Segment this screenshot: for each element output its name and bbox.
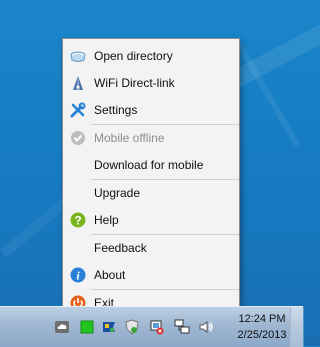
- show-desktop-button[interactable]: [290, 307, 304, 347]
- menu-item-about[interactable]: i About: [63, 261, 239, 288]
- menu-item-open-directory[interactable]: Open directory: [63, 42, 239, 69]
- menu-item-feedback[interactable]: Feedback: [63, 234, 239, 261]
- menu-item-download-for-mobile[interactable]: Download for mobile: [63, 151, 239, 178]
- volume-icon[interactable]: [198, 319, 214, 335]
- menu-item-label: Settings: [94, 102, 138, 117]
- menu-item-label: WiFi Direct-link: [94, 75, 175, 90]
- tray-context-menu: Open directory WiFi Direct-link Settings…: [62, 38, 240, 316]
- network-icon[interactable]: [174, 319, 190, 335]
- menu-item-help[interactable]: ? Help: [63, 206, 239, 233]
- menu-item-label: Feedback: [94, 240, 147, 255]
- menu-item-mobile-offline: Mobile offline: [63, 124, 239, 151]
- check-circle-icon: [70, 130, 86, 146]
- help-icon: ?: [70, 212, 86, 228]
- tools-icon: [70, 102, 86, 118]
- wifi-cone-icon: [70, 75, 86, 91]
- svg-text:?: ?: [74, 213, 81, 227]
- menu-item-settings[interactable]: Settings: [63, 96, 239, 123]
- menu-item-wifi-direct-link[interactable]: WiFi Direct-link: [63, 69, 239, 96]
- cloud-tray-icon[interactable]: [54, 319, 70, 335]
- menu-item-label: Mobile offline: [94, 130, 165, 145]
- network-disconnected-icon[interactable]: [149, 319, 165, 335]
- security-shield-icon[interactable]: [124, 319, 140, 335]
- menu-item-label: Open directory: [94, 48, 173, 63]
- menu-item-upgrade[interactable]: Upgrade: [63, 179, 239, 206]
- menu-item-label: Upgrade: [94, 185, 141, 200]
- folder-icon: [70, 48, 86, 64]
- menu-item-label: Download for mobile: [94, 157, 204, 172]
- menu-item-label: About: [94, 267, 126, 282]
- green-status-tray-icon[interactable]: [79, 319, 95, 335]
- action-center-flag-icon[interactable]: [101, 319, 117, 335]
- menu-item-label: Help: [94, 212, 119, 227]
- info-icon: i: [70, 267, 86, 283]
- taskbar: 12:24 PM 2/25/2013: [0, 306, 304, 347]
